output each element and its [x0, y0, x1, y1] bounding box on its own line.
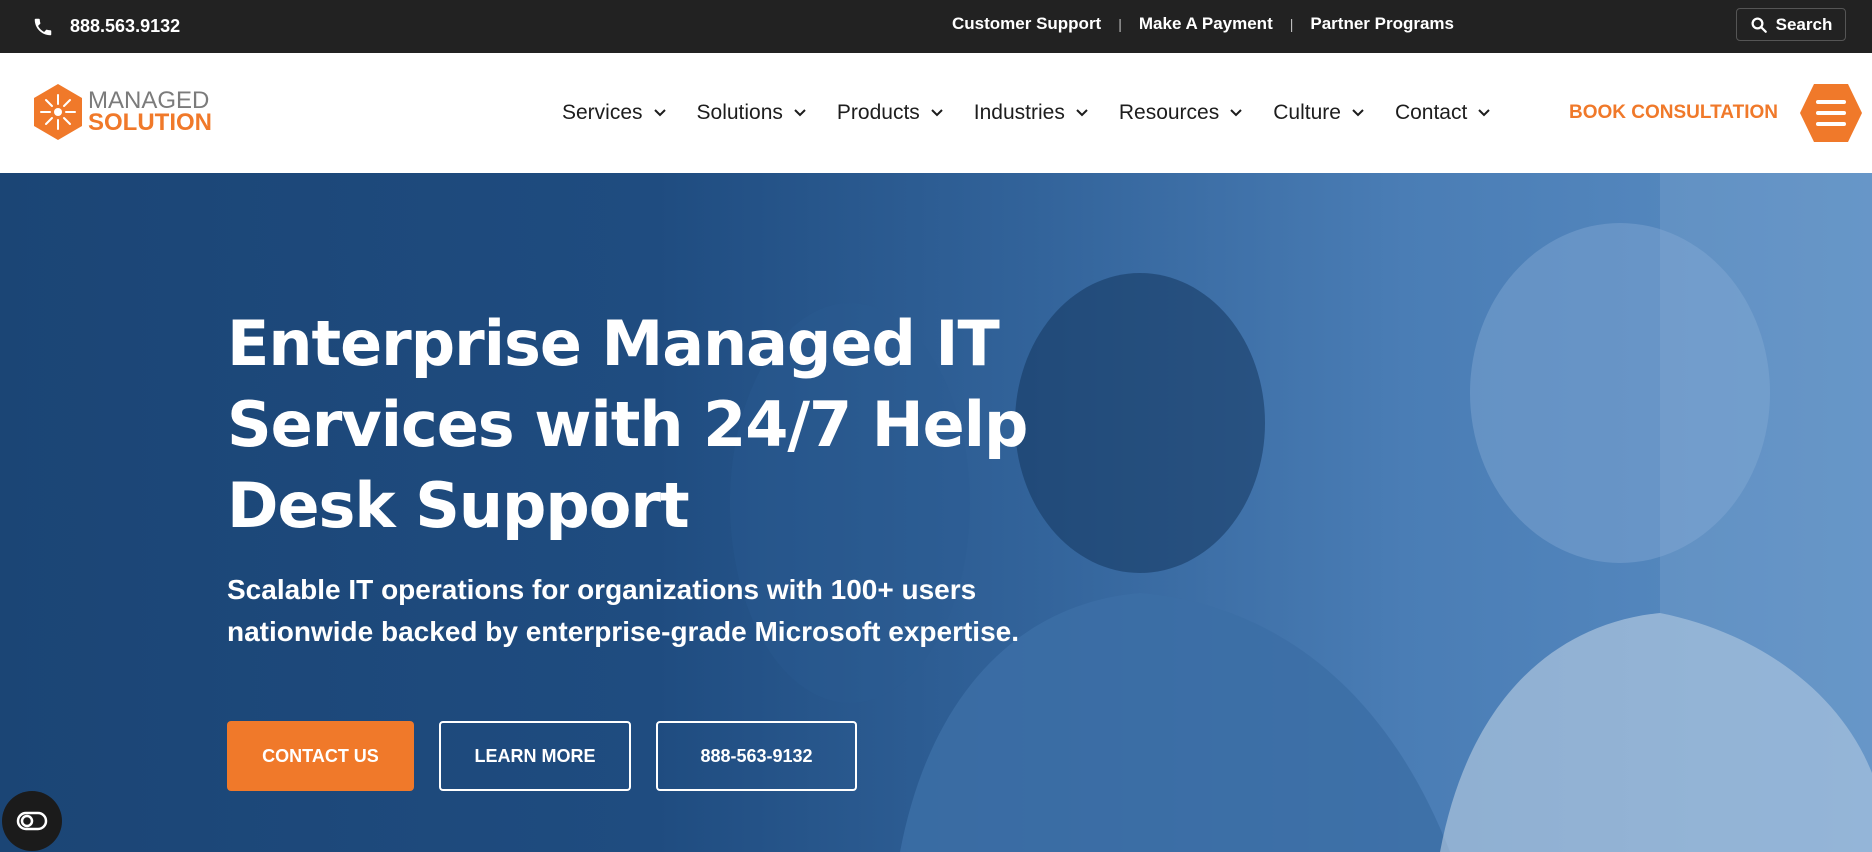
customer-support-link[interactable]: Customer Support — [952, 14, 1101, 34]
nav-item-culture[interactable]: Culture — [1273, 101, 1365, 125]
chevron-down-icon — [1478, 109, 1491, 117]
chevron-down-icon — [1076, 109, 1088, 117]
nav-item-label: Culture — [1273, 101, 1341, 124]
nav-item-label: Resources — [1118, 101, 1220, 124]
nav-item-label: Contact — [1394, 101, 1468, 124]
chevron-down-icon — [931, 109, 943, 117]
logo[interactable]: MANAGED SOLUTION — [32, 83, 212, 141]
accessibility-toggle-button[interactable] — [2, 791, 62, 851]
chevron-down-icon — [1230, 109, 1242, 117]
topbar-phone-number: 888.563.9132 — [70, 16, 181, 36]
nav-item-contact[interactable]: Contact — [1395, 101, 1491, 125]
logo-mark-icon — [34, 84, 82, 140]
hero-subtitle: Scalable IT operations for organizations… — [227, 574, 1019, 647]
chevron-down-icon — [653, 109, 666, 117]
hero-section: Enterprise Managed IT Services with 24/7… — [0, 173, 1872, 852]
hamburger-menu-icon[interactable] — [1798, 82, 1864, 144]
logo-wordmark: MANAGED SOLUTION — [88, 89, 212, 136]
nav-menu: Services Solutions Products Industries R… — [562, 53, 1491, 173]
chevron-down-icon — [1352, 109, 1364, 117]
search-label: Search — [1775, 14, 1833, 34]
contact-us-button[interactable]: CONTACT US — [227, 721, 414, 791]
top-utility-bar: 888.563.9132 Customer Support | Make A P… — [0, 0, 1872, 53]
hero-title: Enterprise Managed IT Services with 24/7… — [227, 307, 1028, 542]
search-button[interactable]: Search — [1736, 8, 1846, 41]
nav-item-label: Solutions — [696, 101, 783, 124]
make-payment-link[interactable]: Make A Payment — [1139, 14, 1273, 34]
nav-item-industries[interactable]: Industries — [974, 101, 1089, 125]
accessibility-toggle-icon — [16, 811, 48, 831]
nav-item-services[interactable]: Services — [562, 101, 667, 125]
logo-line-solution: SOLUTION — [88, 109, 212, 136]
partner-programs-link[interactable]: Partner Programs — [1310, 14, 1454, 34]
learn-more-button[interactable]: LEARN MORE — [439, 721, 631, 791]
phone-icon — [34, 18, 52, 35]
book-consultation-link[interactable]: BOOK CONSULTATION — [1569, 53, 1778, 173]
divider: | — [1118, 16, 1122, 32]
nav-item-products[interactable]: Products — [837, 101, 944, 125]
topbar-phone-link[interactable]: 888.563.9132 — [32, 0, 180, 53]
main-navigation: MANAGED SOLUTION Services Solutions Prod… — [0, 53, 1872, 173]
search-icon — [1751, 17, 1767, 33]
nav-item-label: Industries — [973, 101, 1065, 124]
topbar-links: Customer Support | Make A Payment | Part… — [952, 0, 1454, 48]
chevron-down-icon — [794, 109, 806, 117]
nav-item-resources[interactable]: Resources — [1119, 101, 1243, 125]
nav-item-solutions[interactable]: Solutions — [697, 101, 807, 125]
nav-item-label: Products — [836, 101, 920, 124]
call-phone-button[interactable]: 888-563-9132 — [656, 721, 857, 791]
divider: | — [1289, 16, 1294, 32]
nav-item-label: Services — [562, 101, 643, 124]
